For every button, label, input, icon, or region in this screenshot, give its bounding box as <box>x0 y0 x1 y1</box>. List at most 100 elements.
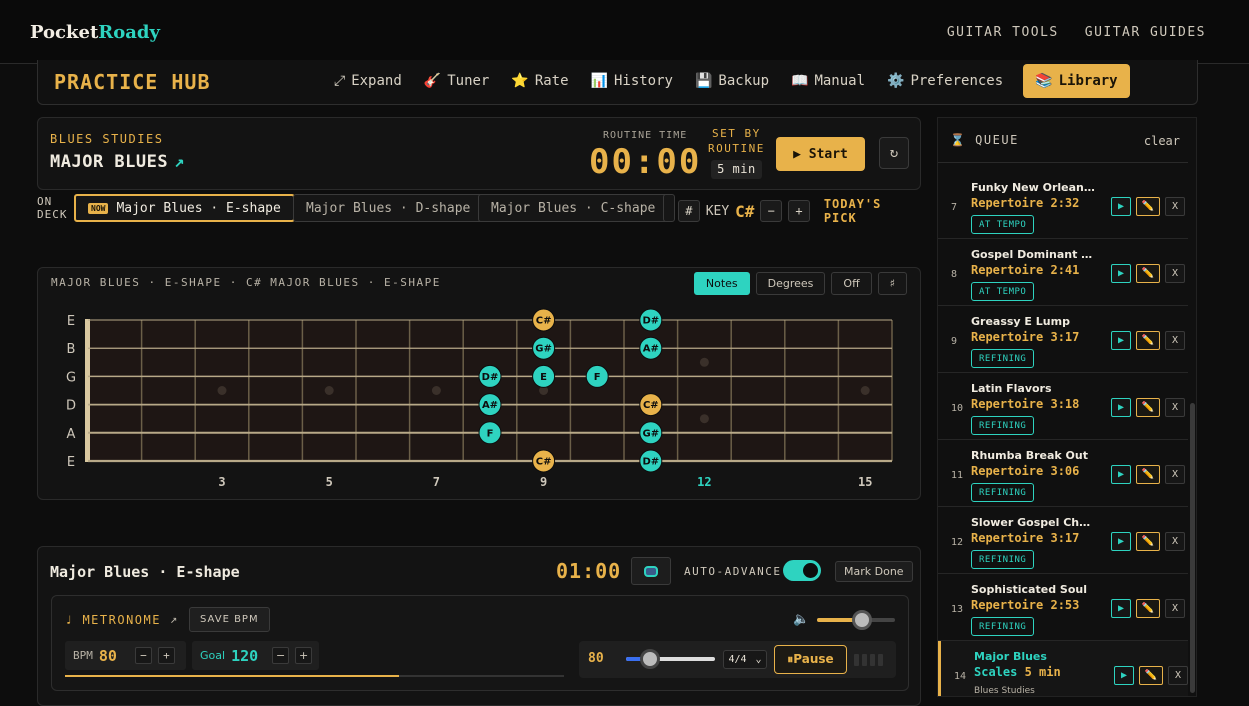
start-button[interactable]: ▶ Start <box>776 137 865 171</box>
hub-menu: ⤢ Expand 🎸 Tuner ⭐ Rate 📊 History 💾 Backup 📖 M… <box>324 64 1132 98</box>
queue-item[interactable]: 10 Latin Flavors Repertoire 3:18 REFININ… <box>938 373 1188 440</box>
pencil-icon[interactable]: ✏️ <box>1136 465 1160 484</box>
external-link-icon[interactable]: ↗ <box>174 152 185 172</box>
practice-hub-bar: PRACTICE HUB ⤢ Expand 🎸 Tuner ⭐ Rate 📊 Histo… <box>37 60 1198 105</box>
queue-clear-button[interactable]: clear <box>1144 134 1180 148</box>
play-icon[interactable]: ▶ <box>1111 532 1131 551</box>
queue-item-subtitle: Scales 5 min <box>974 665 1061 679</box>
queue-item[interactable]: 7 Funky New Orleans... Repertoire 2:32 A… <box>938 172 1188 239</box>
player-bpm: 80 <box>588 651 604 666</box>
fret-marker-dot <box>699 357 709 367</box>
queue-item[interactable]: 11 Rhumba Break Out Repertoire 3:06 REFI… <box>938 440 1188 507</box>
note-label: D# <box>642 457 659 468</box>
remove-icon[interactable]: X <box>1165 532 1185 551</box>
queue-item[interactable]: 12 Slower Gospel Cha... Repertoire 3:17 … <box>938 507 1188 574</box>
reset-icon[interactable]: ↻ <box>879 137 909 169</box>
queue-item-current[interactable]: 14 Major Blues Scales 5 min Blues Studie… <box>938 641 1188 696</box>
brand-logo[interactable]: PocketRoady <box>30 22 160 43</box>
goal-value: 120 <box>231 646 259 665</box>
loop-icon[interactable] <box>631 557 671 585</box>
remove-icon[interactable]: X <box>1165 465 1185 484</box>
play-icon[interactable]: ▶ <box>1111 331 1131 350</box>
external-link-icon[interactable]: ↗ <box>170 612 177 626</box>
menu-label: Manual <box>814 73 866 89</box>
volume-slider[interactable] <box>817 610 895 630</box>
play-icon[interactable]: ▶ <box>1111 398 1131 417</box>
queue-item[interactable]: 13 Sophisticated Soul Repertoire 2:53 RE… <box>938 574 1188 641</box>
nav-guitar-guides[interactable]: GUITAR GUIDES <box>1085 25 1206 40</box>
remove-icon[interactable]: X <box>1168 666 1188 685</box>
mark-done-button[interactable]: Mark Done <box>835 561 913 582</box>
pencil-icon[interactable]: ✏️ <box>1136 398 1160 417</box>
fretboard-nut <box>85 319 90 462</box>
play-icon[interactable]: ▶ <box>1111 465 1131 484</box>
menu-preferences[interactable]: ⚙️ Preferences <box>877 65 1013 97</box>
pencil-icon[interactable]: ✏️ <box>1136 264 1160 283</box>
pencil-icon[interactable]: ✏️ <box>1139 666 1163 685</box>
pencil-icon[interactable]: ✏️ <box>1136 331 1160 350</box>
queue-scrollbar[interactable] <box>1190 403 1195 693</box>
fret-number: 12 <box>697 475 711 489</box>
menu-manual[interactable]: 📖 Manual <box>781 65 875 97</box>
goal-increase-button[interactable]: + <box>295 647 313 664</box>
set-by-routine: SET BY ROUTINE 5 min <box>708 126 765 179</box>
remove-icon[interactable]: X <box>1165 398 1185 417</box>
queue-item[interactable]: 9 Greassy E Lump Repertoire 3:17 REFININ… <box>938 306 1188 373</box>
menu-expand[interactable]: ⤢ Expand <box>324 65 412 97</box>
remove-icon[interactable]: X <box>1165 599 1185 618</box>
menu-library[interactable]: 📚 Library <box>1023 64 1130 98</box>
menu-backup[interactable]: 💾 Backup <box>685 65 779 97</box>
on-deck-item[interactable]: Major Blues · C-shape <box>478 194 669 222</box>
nav-guitar-tools[interactable]: GUITAR TOOLS <box>947 25 1059 40</box>
play-icon[interactable]: ▶ <box>1111 264 1131 283</box>
floppy-disk-icon: 💾 <box>694 73 713 89</box>
queue-item-subtitle: Repertoire 3:17 <box>971 531 1079 545</box>
auto-advance-toggle[interactable] <box>783 560 821 581</box>
volume-knob[interactable] <box>852 610 873 630</box>
tempo-knob[interactable] <box>640 649 661 669</box>
save-bpm-button[interactable]: SAVE BPM <box>189 607 270 632</box>
fret-marker-dot <box>217 386 227 395</box>
play-icon[interactable]: ▶ <box>1111 197 1131 216</box>
queue-item-subtitle: Repertoire 2:32 <box>971 196 1079 210</box>
queue-item-time: 3:06 <box>1050 464 1080 478</box>
key-down-button[interactable]: − <box>760 200 783 222</box>
auto-advance-label: AUTO-ADVANCE <box>684 565 782 578</box>
fretboard[interactable]: EBGDAE3 5 7 9 12 15C# D#G# A#D# E FA# C#F G#C# D# <box>38 268 920 499</box>
bpm-control: BPM 80 − + <box>65 641 186 670</box>
bpm-increase-button[interactable]: + <box>157 647 175 664</box>
play-icon[interactable]: ▶ <box>1114 666 1134 685</box>
bpm-label: BPM <box>73 649 93 662</box>
pencil-icon[interactable]: ✏️ <box>1136 599 1160 618</box>
menu-history[interactable]: 📊 History <box>581 65 683 97</box>
play-icon[interactable]: ▶ <box>1111 599 1131 618</box>
note-label: A# <box>643 344 659 355</box>
pencil-icon[interactable]: ✏️ <box>1136 532 1160 551</box>
key-up-button[interactable]: + <box>788 200 810 222</box>
queue-item[interactable]: 8 Gospel Dominant F... Repertoire 2:41 A… <box>938 239 1188 306</box>
string-label: G <box>66 370 76 385</box>
queue-item-subtitle: Repertoire 3:06 <box>971 464 1079 478</box>
remove-icon[interactable]: X <box>1165 331 1185 350</box>
bpm-decrease-button[interactable]: − <box>134 647 152 664</box>
sharp-toggle[interactable]: # <box>678 200 700 222</box>
menu-tuner[interactable]: 🎸 Tuner <box>414 65 500 97</box>
time-signature-select[interactable]: 4/4 ⌄ <box>723 650 767 669</box>
todays-pick[interactable]: TODAY'S PICK <box>824 197 921 225</box>
remove-icon[interactable]: X <box>1165 197 1185 216</box>
routine-duration: 5 min <box>711 160 762 179</box>
on-deck-item[interactable]: Major Blues · D-shape <box>293 194 484 222</box>
beat-indicator <box>854 654 859 666</box>
on-deck-item-overflow[interactable] <box>663 194 675 222</box>
tempo-slider[interactable] <box>626 649 715 669</box>
volume-icon[interactable]: 🔈 <box>793 612 809 627</box>
pencil-icon[interactable]: ✏️ <box>1136 197 1160 216</box>
on-deck-item-current[interactable]: NOW Major Blues · E-shape <box>74 194 295 222</box>
note-label: F <box>594 372 601 383</box>
pause-button[interactable]: ⏸Pause <box>774 645 847 674</box>
menu-rate[interactable]: ⭐ Rate <box>501 65 578 97</box>
queue-item-number: 10 <box>951 403 964 414</box>
queue-item-number: 11 <box>951 470 964 481</box>
goal-decrease-button[interactable]: − <box>272 647 290 664</box>
remove-icon[interactable]: X <box>1165 264 1185 283</box>
